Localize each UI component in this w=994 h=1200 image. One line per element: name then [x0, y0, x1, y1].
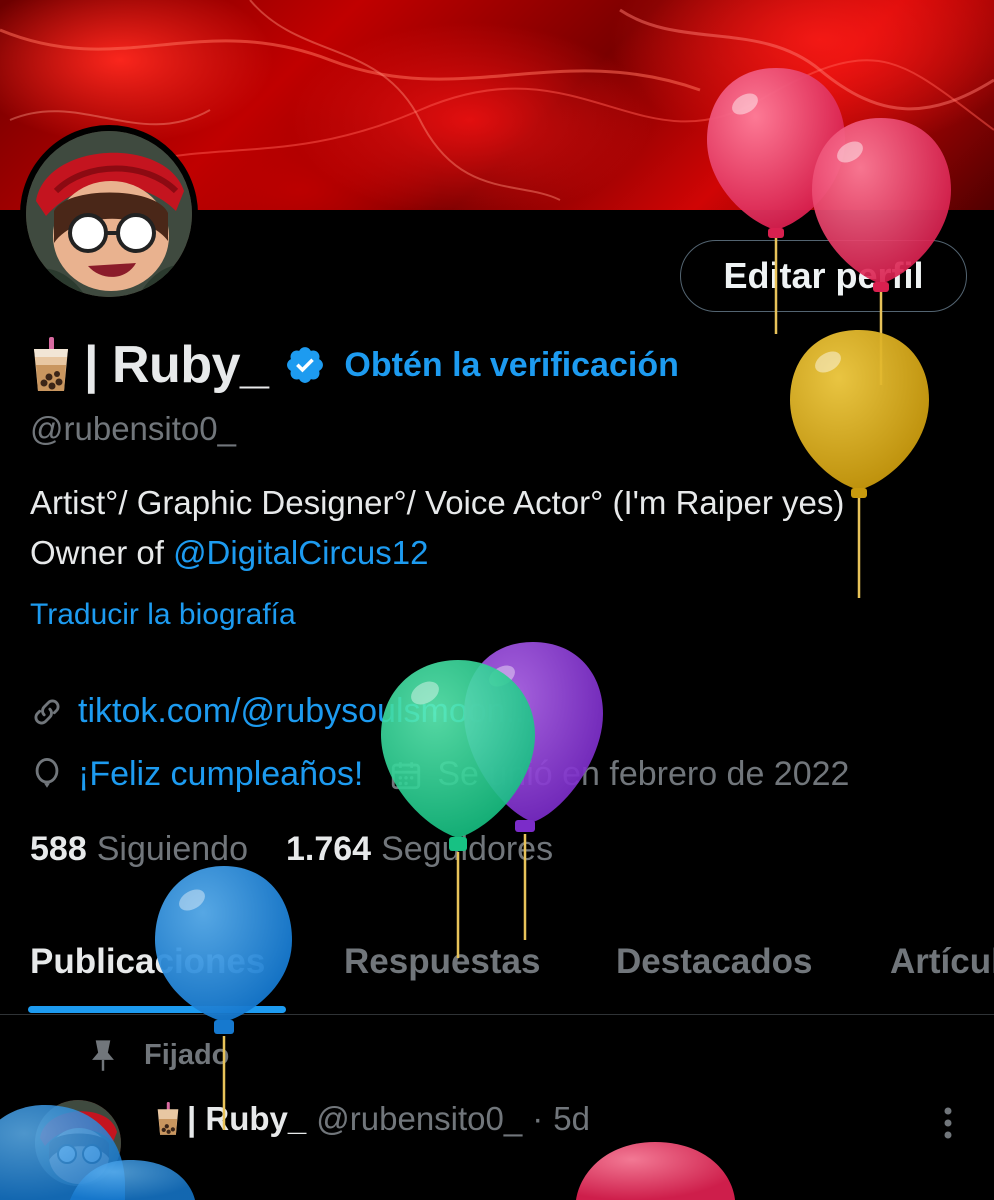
- follow-stats: 588 Siguiendo 1.764 Seguidores: [30, 830, 591, 869]
- joined-date: Se unió en febrero de 2022: [389, 755, 849, 794]
- bio-mention-link[interactable]: @DigitalCircus12: [173, 534, 428, 571]
- display-name: | Ruby_: [84, 336, 269, 394]
- tab-publicaciones[interactable]: Publicaciones: [30, 942, 265, 982]
- active-tab-indicator: [28, 1006, 286, 1013]
- tab-destacados[interactable]: Destacados: [616, 942, 812, 982]
- following-label: Siguiendo: [96, 830, 248, 868]
- bio-text: Artist°/ Graphic Designer°/ Voice Actor°…: [30, 484, 845, 571]
- calendar-icon: [392, 761, 421, 789]
- profile-bio: Artist°/ Graphic Designer°/ Voice Actor°…: [30, 478, 930, 578]
- get-verified-link[interactable]: Obtén la verificación: [344, 346, 678, 385]
- tweet-author-handle[interactable]: @rubensito0_: [316, 1100, 522, 1138]
- followers-link[interactable]: 1.764 Seguidores: [286, 830, 553, 869]
- profile-name-row: | Ruby_ Obtén la verificación: [30, 330, 679, 400]
- profile-website-row: tiktok.com/@rubysoulsmoon...: [30, 692, 534, 731]
- profile-website-link[interactable]: tiktok.com/@rubysoulsmoon...: [78, 692, 534, 731]
- edit-profile-button[interactable]: Editar perfil: [680, 240, 967, 312]
- birthday-link[interactable]: ¡Feliz cumpleaños!: [78, 755, 363, 794]
- tweet-author-name[interactable]: | Ruby_: [187, 1100, 306, 1138]
- link-icon: [34, 699, 60, 724]
- translate-bio-link[interactable]: Traducir la biografía: [30, 598, 296, 632]
- tab-respuestas[interactable]: Respuestas: [344, 942, 540, 982]
- joined-text: Se unió en febrero de 2022: [437, 755, 850, 793]
- pinned-indicator: Fijado: [88, 1038, 229, 1072]
- profile-dates-row: ¡Feliz cumpleaños! Se unió en febrero de…: [30, 755, 849, 794]
- tweet-age[interactable]: 5d: [553, 1100, 590, 1138]
- followers-label: Seguidores: [381, 830, 554, 868]
- balloon-icon: [35, 757, 59, 788]
- tweet-header: | Ruby_ @rubensito0_ · 5d: [155, 1100, 590, 1138]
- tab-articulos[interactable]: Artículos: [890, 942, 994, 982]
- tweet-author-avatar[interactable]: [35, 1100, 121, 1186]
- profile-tabs: Publicaciones Respuestas Destacados Artí…: [0, 920, 994, 1015]
- profile-avatar[interactable]: [20, 125, 198, 303]
- tweet-separator: ·: [532, 1100, 544, 1137]
- balloon-pink-partial: [576, 1142, 735, 1200]
- verified-badge-icon[interactable]: [284, 344, 326, 386]
- more-vertical-icon[interactable]: [940, 1105, 956, 1141]
- avatar-illustration: [26, 131, 192, 297]
- pin-icon: [92, 1040, 114, 1071]
- followers-count: 1.764: [285, 830, 372, 868]
- following-count: 588: [30, 830, 87, 868]
- bubble-tea-icon: [34, 337, 68, 391]
- profile-handle: @rubensito0_: [30, 410, 236, 447]
- pinned-label: Fijado: [144, 1038, 230, 1071]
- bubble-tea-icon: [157, 1102, 179, 1135]
- following-link[interactable]: 588 Siguiendo: [30, 830, 248, 869]
